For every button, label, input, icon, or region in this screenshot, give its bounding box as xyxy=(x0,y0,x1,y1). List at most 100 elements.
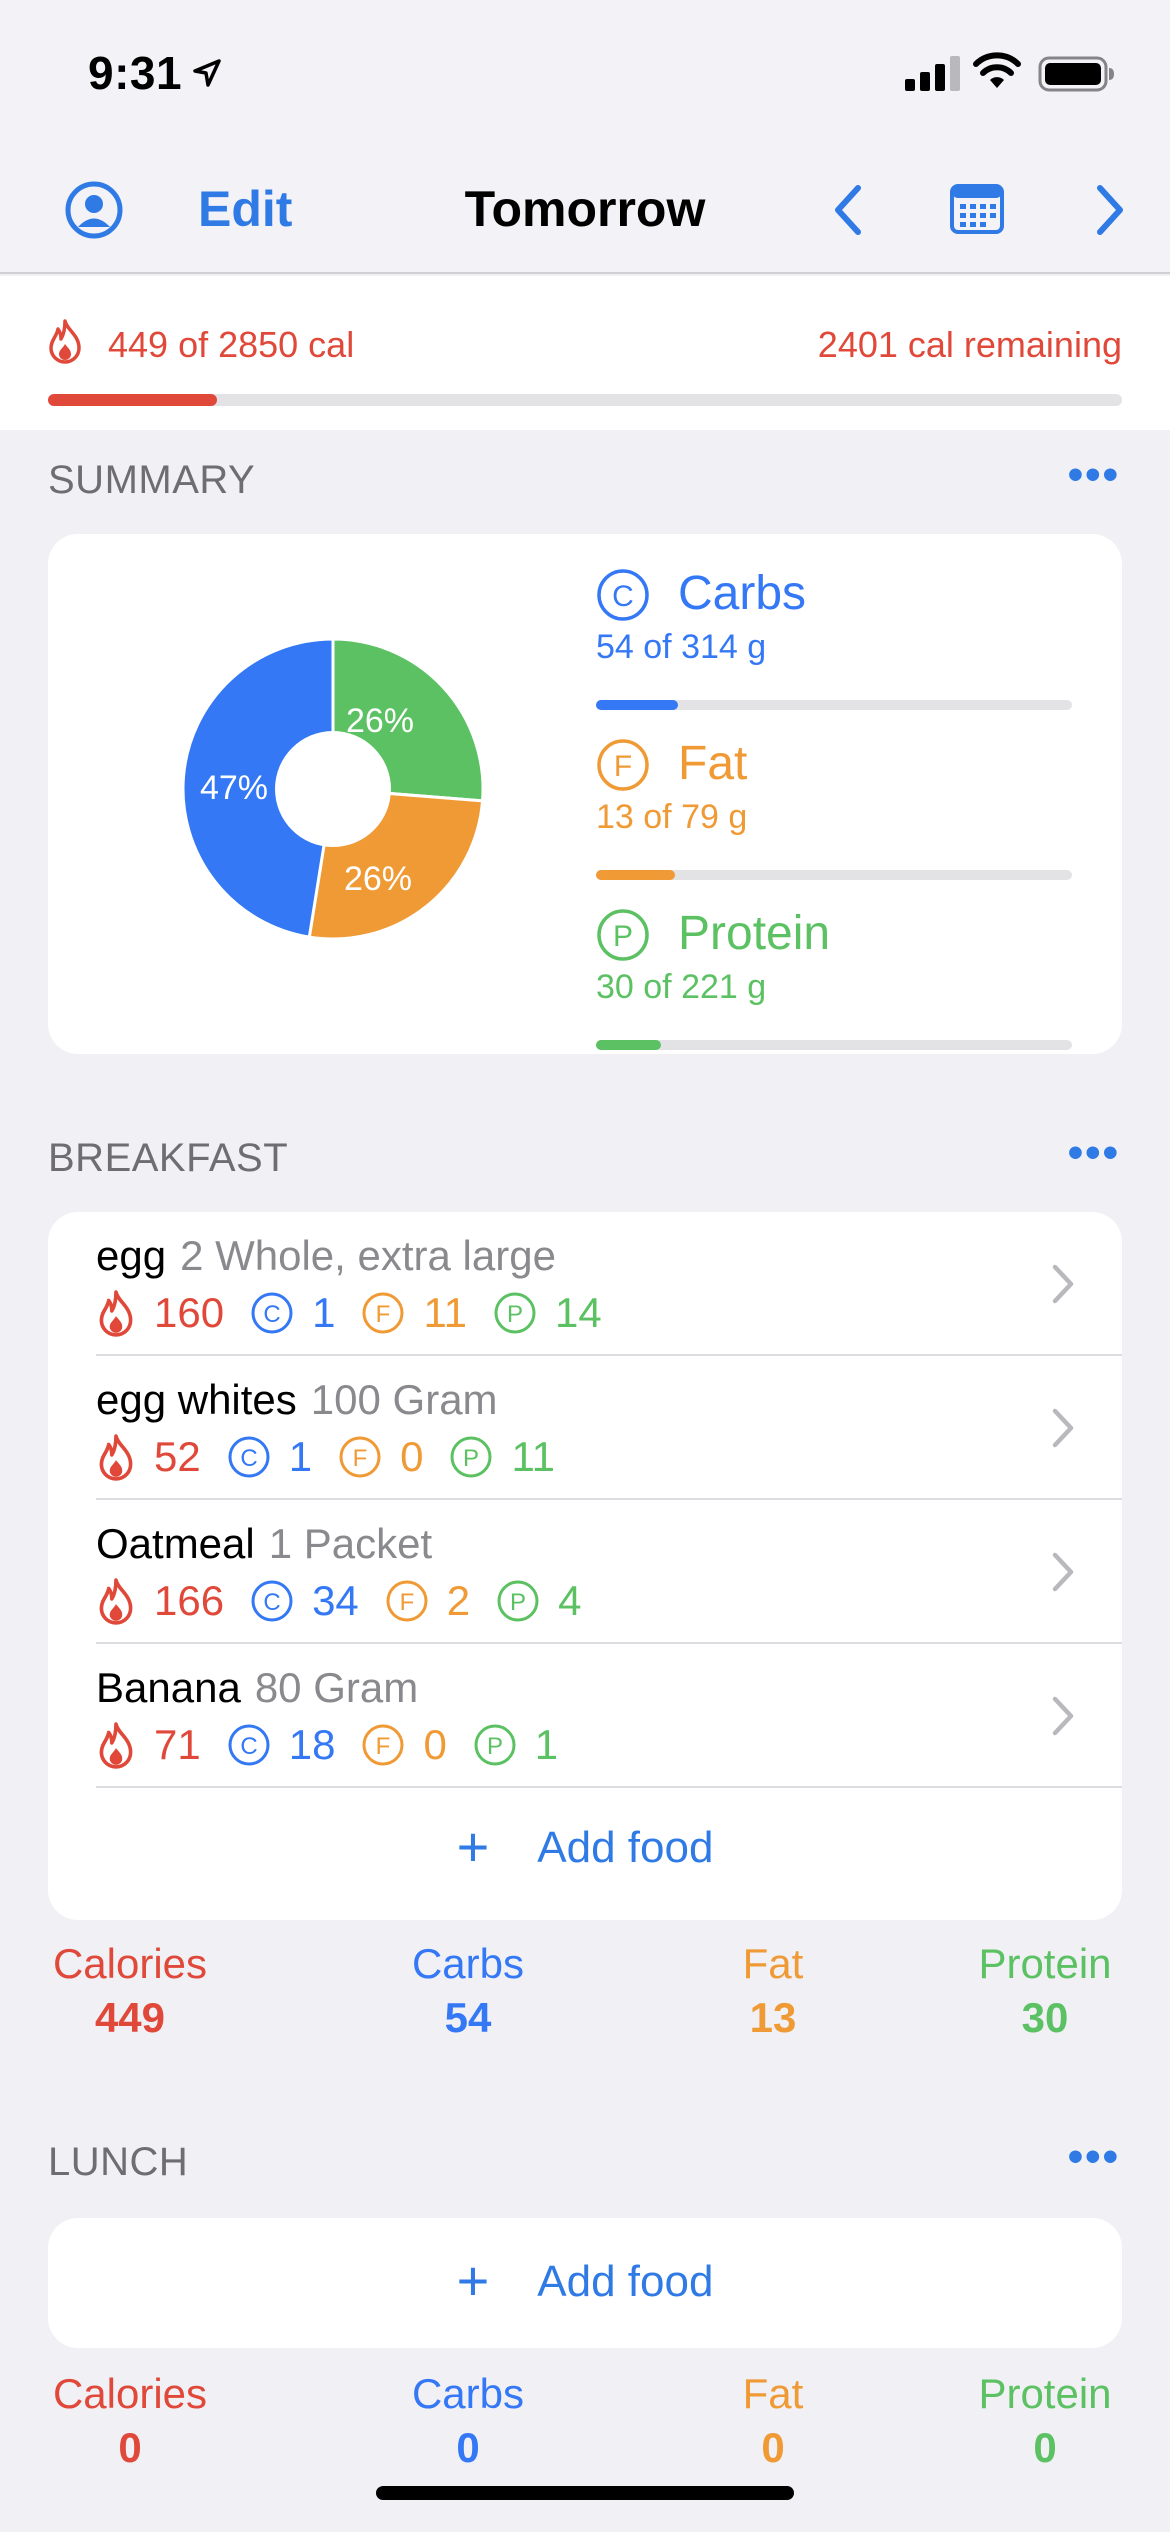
food-protein: 14 xyxy=(555,1289,602,1336)
food-carbs: 18 xyxy=(288,1721,336,1768)
chevron-left-icon[interactable] xyxy=(828,180,868,240)
status-time: 9:31 xyxy=(88,47,183,99)
food-portion: 100 Gram xyxy=(310,1376,498,1423)
svg-text:C: C xyxy=(240,1733,257,1760)
total-label: Calories xyxy=(52,2370,208,2417)
total-value: 449 xyxy=(94,1994,166,2041)
protein-progress-bar xyxy=(596,1040,1072,1050)
breakfast-card: egg 2 Whole, extra large 160 C 1 F 11 P 14 egg wh… xyxy=(48,1212,1122,1920)
food-macros: 166 C 34 F 2 P 4 xyxy=(96,1576,608,1626)
food-name-line: egg whites 100 Gram xyxy=(96,1376,498,1424)
food-macros: 160 C 1 F 11 P 14 xyxy=(96,1288,628,1338)
food-carbs: 1 xyxy=(312,1289,336,1336)
lunch-total-calories: Calories 0 xyxy=(48,2370,212,2472)
flame-icon xyxy=(99,1290,133,1337)
chevron-right-icon xyxy=(1052,1408,1074,1448)
food-item[interactable]: egg 2 Whole, extra large 160 C 1 F 11 P 14 xyxy=(48,1212,1122,1356)
svg-text:C: C xyxy=(263,1301,280,1328)
svg-text:F: F xyxy=(376,1733,391,1760)
donut-label-protein: 26% xyxy=(346,702,414,740)
food-portion: 80 Gram xyxy=(254,1664,419,1711)
calendar-icon[interactable] xyxy=(950,182,1004,234)
breakfast-add-food-button[interactable]: + Add food xyxy=(48,1814,1122,1879)
fat-icon: F xyxy=(362,1292,404,1334)
svg-text:C: C xyxy=(612,580,634,613)
edit-button[interactable]: Edit xyxy=(198,180,292,238)
total-value: 13 xyxy=(749,1994,797,2041)
total-label: Protein xyxy=(978,1940,1112,1987)
chevron-right-icon[interactable] xyxy=(1090,180,1130,240)
carbs-icon: C xyxy=(251,1580,293,1622)
carbs-progress-fill xyxy=(596,700,678,710)
food-portion: 2 Whole, extra large xyxy=(180,1232,556,1279)
food-name-line: Banana 80 Gram xyxy=(96,1664,418,1712)
plus-icon: + xyxy=(456,1815,490,1878)
breakfast-total-calories: Calories 449 xyxy=(48,1940,212,2042)
food-name-line: egg 2 Whole, extra large xyxy=(96,1232,556,1280)
macro-donut-chart: 26% 26% 47% xyxy=(181,637,485,941)
flame-icon xyxy=(99,1578,133,1625)
lunch-section-title: LUNCH xyxy=(48,2140,189,2184)
lunch-add-food-button[interactable]: + Add food xyxy=(48,2248,1122,2313)
lunch-card: + Add food xyxy=(48,2218,1122,2348)
food-name: egg xyxy=(96,1232,167,1279)
total-value: 0 xyxy=(761,2424,785,2471)
carbs-icon: C xyxy=(228,1436,270,1478)
person-circle-icon[interactable] xyxy=(64,180,124,240)
svg-text:P: P xyxy=(507,1301,523,1328)
svg-text:F: F xyxy=(614,750,632,783)
svg-text:C: C xyxy=(240,1445,257,1472)
breakfast-more-button[interactable]: ••• xyxy=(1068,1128,1120,1178)
calorie-progress-header: 449 of 2850 cal 2401 cal remaining xyxy=(0,276,1170,430)
plus-icon: + xyxy=(456,2249,490,2312)
food-portion: 1 Packet xyxy=(268,1520,433,1567)
add-food-label: Add food xyxy=(537,2257,714,2306)
svg-text:F: F xyxy=(376,1301,391,1328)
protein-icon: P xyxy=(497,1580,539,1622)
food-macros: 52 C 1 F 0 P 11 xyxy=(96,1432,581,1482)
fat-icon: F xyxy=(386,1580,428,1622)
divider xyxy=(96,1786,1122,1788)
food-calories: 166 xyxy=(154,1577,225,1624)
flame-icon xyxy=(99,1722,133,1769)
food-name: Oatmeal xyxy=(96,1520,255,1567)
status-bar: 9:31 xyxy=(0,0,1170,150)
fat-amount: 13 of 79 g xyxy=(596,798,748,836)
protein-icon: P xyxy=(474,1724,516,1766)
food-name-line: Oatmeal 1 Packet xyxy=(96,1520,432,1568)
breakfast-section-title: BREAKFAST xyxy=(48,1136,289,1180)
carbs-amount: 54 of 314 g xyxy=(596,628,767,666)
food-calories: 52 xyxy=(154,1433,201,1480)
location-arrow-icon xyxy=(193,59,221,87)
calorie-progress-bar xyxy=(48,394,1122,406)
chevron-right-icon xyxy=(1052,1696,1074,1736)
nav-bar: Edit Tomorrow xyxy=(0,150,1170,274)
protein-icon: P xyxy=(597,909,649,961)
food-calories: 160 xyxy=(154,1289,225,1336)
protein-progress-fill xyxy=(596,1040,661,1050)
total-label: Carbs xyxy=(411,1940,525,1987)
svg-text:P: P xyxy=(510,1589,526,1616)
cellular-signal-icon xyxy=(905,56,960,91)
protein-amount: 30 of 221 g xyxy=(596,968,767,1006)
carbs-icon: C xyxy=(228,1724,270,1766)
chevron-right-icon xyxy=(1052,1264,1074,1304)
summary-card: 26% 26% 47% C Carbs 54 of 314 g F Fat 13… xyxy=(48,534,1122,1054)
total-label: Protein xyxy=(978,2370,1112,2417)
food-item[interactable]: Banana 80 Gram 71 C 18 F 0 P 1 xyxy=(48,1644,1122,1788)
battery-icon xyxy=(1038,56,1114,92)
lunch-more-button[interactable]: ••• xyxy=(1068,2132,1120,2182)
food-item[interactable]: Oatmeal 1 Packet 166 C 34 F 2 P 4 xyxy=(48,1500,1122,1644)
lunch-total-protein: Protein 0 xyxy=(968,2370,1122,2472)
total-label: Calories xyxy=(52,1940,208,1987)
wifi-icon xyxy=(973,52,1021,88)
fat-icon: F xyxy=(339,1436,381,1478)
total-label: Fat xyxy=(742,2370,804,2417)
food-fat: 0 xyxy=(423,1721,447,1768)
summary-more-button[interactable]: ••• xyxy=(1068,450,1120,500)
carbs-name: Carbs xyxy=(678,567,807,620)
carbs-icon: C xyxy=(251,1292,293,1334)
flame-icon xyxy=(49,319,81,364)
food-item[interactable]: egg whites 100 Gram 52 C 1 F 0 P 11 xyxy=(48,1356,1122,1500)
fat-progress-bar xyxy=(596,870,1072,880)
